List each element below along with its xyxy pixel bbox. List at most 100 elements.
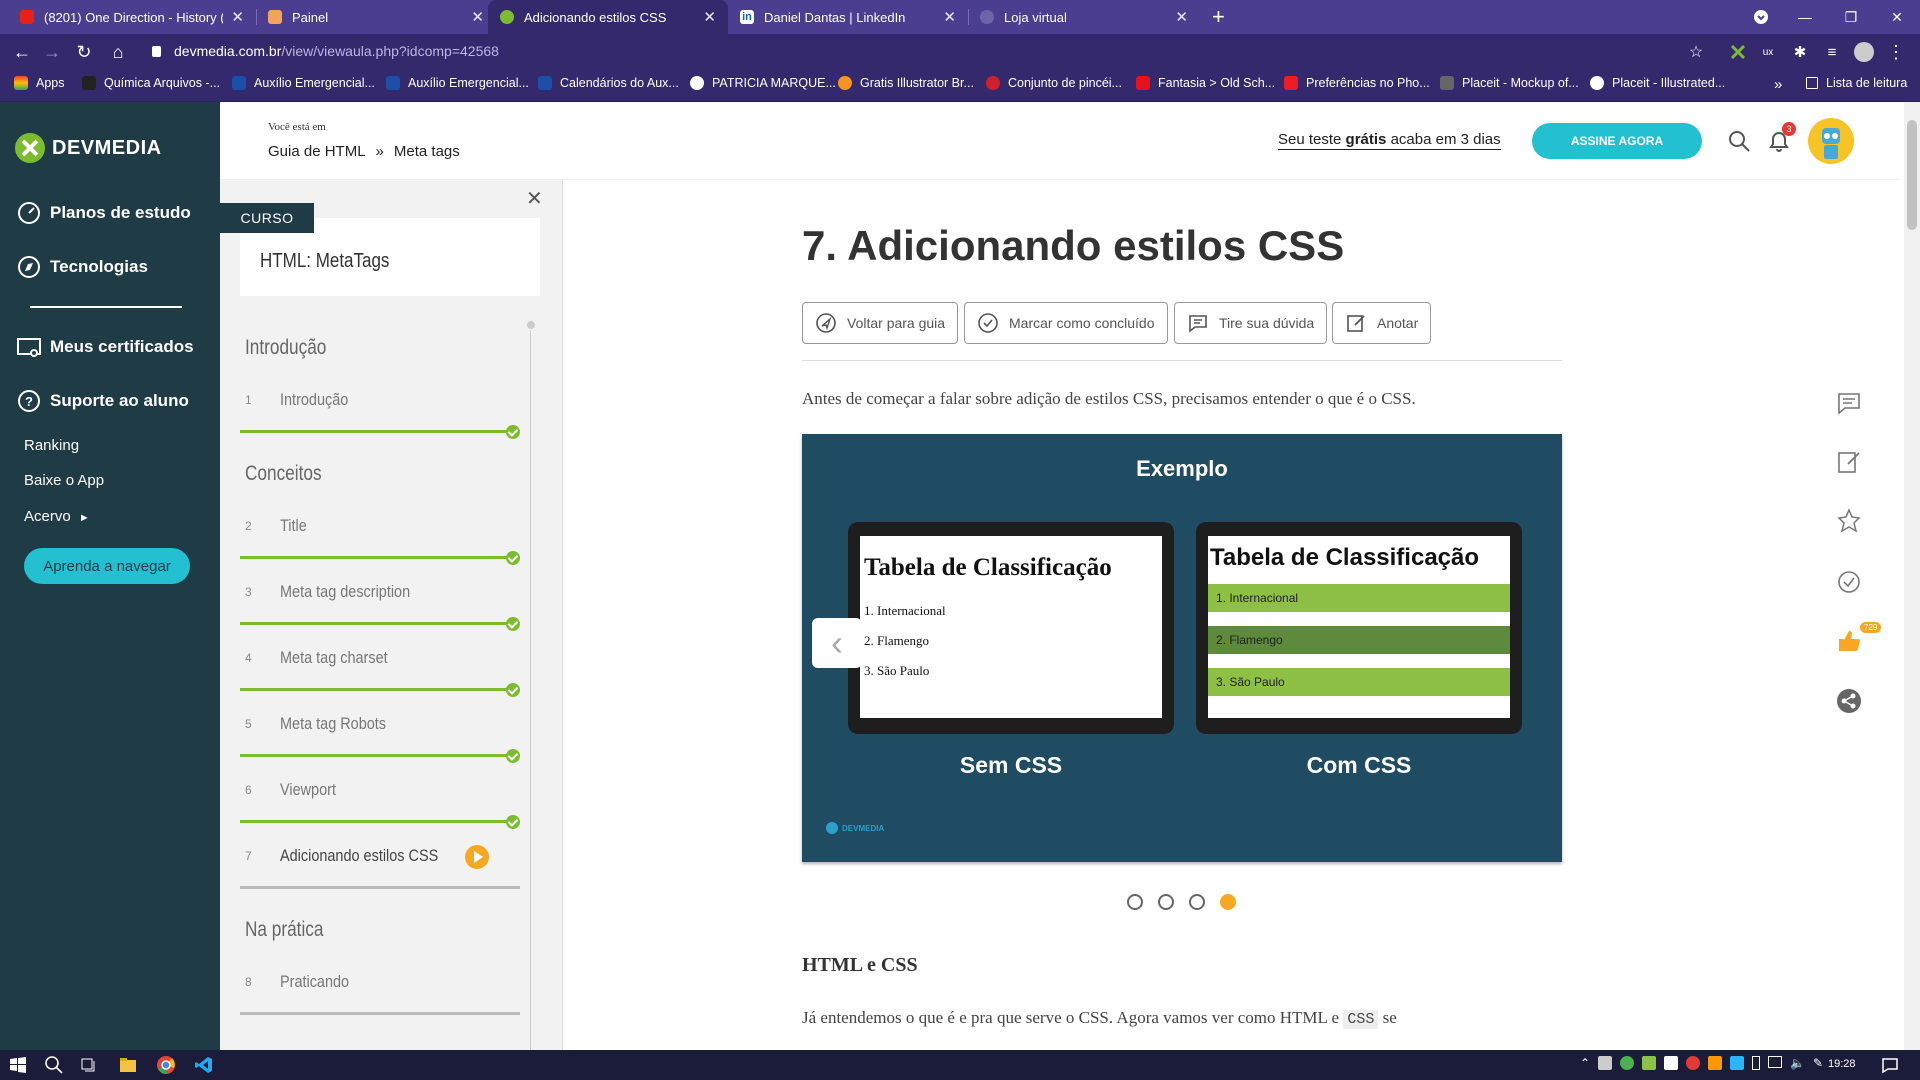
tray-app-icon[interactable] [1686, 1056, 1701, 1070]
close-tab-icon[interactable]: ✕ [943, 8, 956, 26]
sidebar-link-ranking[interactable]: Ranking [24, 437, 79, 454]
file-explorer-icon[interactable] [118, 1055, 138, 1075]
bookmark-item[interactable]: Auxílio Emergencial... [386, 76, 529, 90]
sidebar-item-planos-de-estudo[interactable]: Planos de estudo [16, 200, 191, 226]
bookmark-item[interactable]: Calendários do Aux... [538, 76, 679, 90]
search-icon[interactable] [44, 1055, 64, 1075]
aprenda-a-navegar-button[interactable]: Aprenda a navegar [24, 548, 190, 584]
sidebar-item-suporte-ao-aluno[interactable]: ? Suporte ao aluno [16, 388, 189, 414]
tab-loja-virtual[interactable]: Loja virtual ✕ [968, 0, 1200, 34]
tray-app-icon[interactable] [1598, 1056, 1613, 1070]
thumbs-up-icon[interactable] [1836, 628, 1862, 654]
close-tab-icon[interactable]: ✕ [703, 8, 716, 26]
chrome-icon[interactable] [156, 1055, 176, 1075]
bookmark-item[interactable]: Conjunto de pincéi... [986, 76, 1122, 90]
trial-notice-link[interactable]: Seu teste grátis acaba em 3 dias [1278, 131, 1501, 150]
puzzle-icon[interactable]: ✱ [1788, 40, 1812, 64]
page-scrollbar[interactable] [1904, 102, 1920, 1050]
bookmark-item[interactable]: Química Arquivos -... [82, 76, 220, 90]
sidebar-item-meus-certificados[interactable]: Meus certificados [16, 334, 194, 360]
lesson-item[interactable]: 1 Introdução [245, 390, 360, 410]
anotar-button[interactable]: Anotar [1332, 302, 1432, 344]
network-icon[interactable] [1768, 1056, 1783, 1068]
reading-list-button[interactable]: Lista de leitura [1806, 76, 1907, 90]
bookmark-item[interactable]: PATRICIA MARQUE... [690, 76, 836, 90]
panel-scroll-handle[interactable] [527, 321, 535, 329]
sidebar-item-tecnologias[interactable]: Tecnologias [16, 254, 148, 280]
windows-start-icon[interactable] [8, 1055, 28, 1075]
tray-app-icon[interactable] [1642, 1056, 1657, 1070]
volume-icon[interactable]: 🔈 [1790, 1056, 1805, 1070]
tab-linkedin[interactable]: in Daniel Dantas | LinkedIn ✕ [728, 0, 968, 34]
page-scrollbar-thumb[interactable] [1907, 120, 1917, 230]
assine-agora-button[interactable]: ASSINE AGORA [1532, 123, 1702, 159]
voltar-para-guia-button[interactable]: Voltar para guia [802, 302, 959, 344]
close-panel-icon[interactable]: ✕ [526, 186, 543, 211]
carousel-dot-2[interactable] [1158, 894, 1174, 910]
carousel-prev-button[interactable]: ‹ [812, 618, 862, 668]
carousel-dot-4[interactable] [1220, 894, 1236, 910]
sidebar-link-baixe-o-app[interactable]: Baixe o App [24, 472, 104, 489]
share-icon[interactable] [1836, 688, 1862, 714]
lesson-item-current[interactable]: 7 Adicionando estilos CSS [245, 846, 466, 866]
lesson-item[interactable]: 5 Meta tag Robots [245, 714, 405, 734]
lesson-item[interactable]: 3 Meta tag description [245, 582, 433, 602]
tire-sua-duvida-button[interactable]: Tire sua dúvida [1174, 302, 1328, 344]
bookmark-item[interactable]: Placeit - Mockup of... [1440, 76, 1579, 90]
tab-adicionando-estilos[interactable]: Adicionando estilos CSS ✕ [488, 0, 728, 34]
carousel-dot-1[interactable] [1127, 894, 1143, 910]
breadcrumb-meta-tags[interactable]: Meta tags [394, 143, 460, 160]
breadcrumb-guia-de-html[interactable]: Guia de HTML [268, 143, 366, 160]
extension-icon[interactable] [1726, 40, 1750, 64]
star-icon[interactable]: ☆ [1684, 40, 1708, 64]
profile-menu-icon[interactable] [1738, 0, 1784, 34]
back-icon[interactable]: ← [10, 40, 34, 64]
minimize-button[interactable]: — [1782, 0, 1828, 34]
ux-extension-icon[interactable]: ux [1756, 40, 1780, 64]
new-tab-button[interactable]: + [1212, 4, 1225, 30]
carousel-dot-3[interactable] [1189, 894, 1205, 910]
clock[interactable]: 19:28 [1828, 1058, 1856, 1070]
tray-app-icon[interactable] [1620, 1056, 1635, 1070]
bookmark-item[interactable]: Auxílio Emergencial... [232, 76, 375, 90]
kebab-menu-icon[interactable]: ⋮ [1884, 40, 1908, 64]
forward-icon[interactable]: → [40, 40, 64, 64]
check-circle-icon[interactable] [1836, 569, 1862, 595]
notification-center-icon[interactable] [1880, 1055, 1900, 1075]
play-icon[interactable] [465, 845, 489, 869]
tray-app-icon[interactable] [1708, 1056, 1723, 1070]
pen-icon[interactable]: ✎ [1813, 1056, 1823, 1070]
search-icon[interactable] [1727, 129, 1751, 153]
lesson-item[interactable]: 8 Praticando [245, 972, 361, 992]
close-tab-icon[interactable]: ✕ [471, 8, 484, 26]
tab-youtube[interactable]: (8201) One Direction - History (C ✕ [8, 0, 256, 34]
home-icon[interactable]: ⌂ [106, 40, 130, 64]
reload-icon[interactable]: ↻ [72, 40, 96, 64]
media-control-icon[interactable]: ≡ [1820, 40, 1844, 64]
close-window-button[interactable]: ✕ [1874, 0, 1920, 34]
panel-scroll-track[interactable] [530, 330, 531, 1050]
tab-painel[interactable]: Painel ✕ [256, 0, 496, 34]
notes-icon[interactable] [1836, 449, 1862, 475]
lesson-item[interactable]: 2 Title [245, 516, 312, 536]
sidebar-link-acervo[interactable]: Acervo ► [24, 508, 90, 525]
user-avatar[interactable] [1808, 118, 1854, 164]
lesson-item[interactable]: 6 Viewport [245, 780, 346, 800]
battery-icon[interactable] [1752, 1056, 1761, 1070]
marcar-como-concluido-button[interactable]: Marcar como concluído [964, 302, 1168, 344]
close-tab-icon[interactable]: ✕ [231, 8, 244, 26]
more-bookmarks-button[interactable]: » [1774, 76, 1782, 93]
bookmark-item[interactable]: Gratis Illustrator Br... [838, 76, 974, 90]
chevron-up-icon[interactable]: ⌃ [1580, 1056, 1590, 1070]
close-tab-icon[interactable]: ✕ [1175, 8, 1188, 26]
bookmark-item[interactable]: Preferências no Pho... [1284, 76, 1430, 90]
tray-app-icon[interactable] [1664, 1056, 1679, 1070]
devmedia-logo[interactable]: DEVMEDIA [14, 132, 162, 164]
restore-button[interactable]: ❐ [1828, 0, 1874, 34]
profile-avatar[interactable] [1852, 40, 1876, 64]
vscode-icon[interactable] [194, 1055, 214, 1075]
tray-app-icon[interactable] [1730, 1056, 1745, 1070]
bookmark-item[interactable]: Placeit - Illustrated... [1590, 76, 1725, 90]
url-field[interactable]: devmedia.com.br/view/viewaula.php?idcomp… [174, 43, 499, 59]
comment-icon[interactable] [1836, 390, 1862, 416]
